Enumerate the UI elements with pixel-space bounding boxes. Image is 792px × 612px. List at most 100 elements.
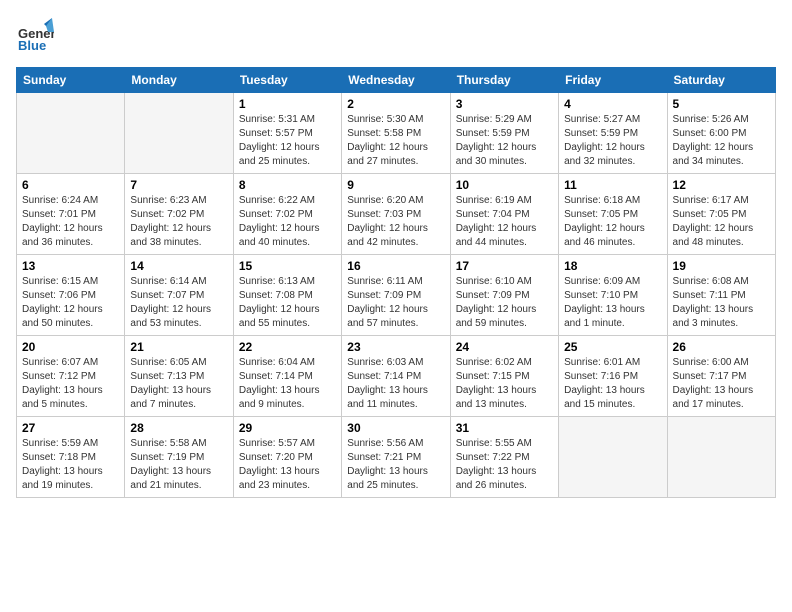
calendar-cell: 24 Sunrise: 6:02 AM Sunset: 7:15 PM Dayli… (450, 336, 558, 417)
day-info: Sunrise: 6:02 AM Sunset: 7:15 PM Dayligh… (456, 356, 553, 412)
calendar-cell: 11 Sunrise: 6:18 AM Sunset: 7:05 PM Dayli… (559, 174, 667, 255)
calendar-cell: 3 Sunrise: 5:29 AM Sunset: 5:59 PM Daylig… (450, 93, 558, 174)
calendar-cell (125, 93, 233, 174)
day-number: 12 (673, 178, 770, 192)
calendar-cell: 4Sunrise: 5:27 AM Sunset: 5:59 PM Daylig… (559, 93, 667, 174)
day-number: 24 (456, 340, 553, 354)
day-info: Sunrise: 6:18 AM Sunset: 7:05 PM Dayligh… (564, 194, 661, 250)
day-info: Sunrise: 6:09 AM Sunset: 7:10 PM Dayligh… (564, 275, 661, 331)
calendar-week-row: 20 Sunrise: 6:07 AM Sunset: 7:12 PM Dayli… (17, 336, 776, 417)
calendar-cell: 22 Sunrise: 6:04 AM Sunset: 7:14 PM Dayli… (233, 336, 341, 417)
day-number: 23 (347, 340, 444, 354)
calendar-cell: 23 Sunrise: 6:03 AM Sunset: 7:14 PM Dayli… (342, 336, 450, 417)
day-number: 17 (456, 259, 553, 273)
day-number: 13 (22, 259, 119, 273)
calendar-cell: 1 Sunrise: 5:31 AM Sunset: 5:57 PM Daylig… (233, 93, 341, 174)
day-info: Sunrise: 6:03 AM Sunset: 7:14 PM Dayligh… (347, 356, 444, 412)
calendar-cell (559, 417, 667, 498)
calendar-cell: 6 Sunrise: 6:24 AM Sunset: 7:01 PM Daylig… (17, 174, 125, 255)
day-number: 30 (347, 421, 444, 435)
calendar-header-row: SundayMondayTuesdayWednesdayThursdayFrid… (17, 68, 776, 93)
day-number: 22 (239, 340, 336, 354)
day-info: Sunrise: 6:08 AM Sunset: 7:11 PM Dayligh… (673, 275, 770, 331)
day-number: 20 (22, 340, 119, 354)
calendar-cell: 31 Sunrise: 5:55 AM Sunset: 7:22 PM Dayli… (450, 417, 558, 498)
calendar-cell: 14Sunrise: 6:14 AM Sunset: 7:07 PM Dayli… (125, 255, 233, 336)
day-number: 18 (564, 259, 661, 273)
day-info: Sunrise: 6:04 AM Sunset: 7:14 PM Dayligh… (239, 356, 336, 412)
day-info: Sunrise: 5:55 AM Sunset: 7:22 PM Dayligh… (456, 437, 553, 493)
day-number: 16 (347, 259, 444, 273)
day-info: Sunrise: 6:17 AM Sunset: 7:05 PM Dayligh… (673, 194, 770, 250)
day-info: Sunrise: 6:05 AM Sunset: 7:13 PM Dayligh… (130, 356, 227, 412)
calendar-cell: 10 Sunrise: 6:19 AM Sunset: 7:04 PM Dayli… (450, 174, 558, 255)
day-header-saturday: Saturday (667, 68, 775, 93)
calendar-cell: 28 Sunrise: 5:58 AM Sunset: 7:19 PM Dayli… (125, 417, 233, 498)
day-header-monday: Monday (125, 68, 233, 93)
logo: General Blue (16, 16, 54, 59)
day-info: Sunrise: 6:19 AM Sunset: 7:04 PM Dayligh… (456, 194, 553, 250)
day-number: 2 (347, 97, 444, 111)
day-info: Sunrise: 6:14 AM Sunset: 7:07 PM Dayligh… (130, 275, 227, 331)
day-info: Sunrise: 5:31 AM Sunset: 5:57 PM Dayligh… (239, 113, 336, 169)
calendar-week-row: 1 Sunrise: 5:31 AM Sunset: 5:57 PM Daylig… (17, 93, 776, 174)
day-info: Sunrise: 6:10 AM Sunset: 7:09 PM Dayligh… (456, 275, 553, 331)
day-info: Sunrise: 5:30 AM Sunset: 5:58 PM Dayligh… (347, 113, 444, 169)
calendar-cell: 9Sunrise: 6:20 AM Sunset: 7:03 PM Daylig… (342, 174, 450, 255)
day-number: 11 (564, 178, 661, 192)
calendar-cell: 27Sunrise: 5:59 AM Sunset: 7:18 PM Dayli… (17, 417, 125, 498)
page-header: General Blue (16, 16, 776, 59)
day-number: 26 (673, 340, 770, 354)
day-number: 25 (564, 340, 661, 354)
calendar-cell: 15 Sunrise: 6:13 AM Sunset: 7:08 PM Dayli… (233, 255, 341, 336)
day-number: 10 (456, 178, 553, 192)
day-number: 3 (456, 97, 553, 111)
svg-text:Blue: Blue (18, 38, 46, 53)
calendar-week-row: 6 Sunrise: 6:24 AM Sunset: 7:01 PM Daylig… (17, 174, 776, 255)
day-info: Sunrise: 6:22 AM Sunset: 7:02 PM Dayligh… (239, 194, 336, 250)
calendar-cell: 8 Sunrise: 6:22 AM Sunset: 7:02 PM Daylig… (233, 174, 341, 255)
calendar-cell (667, 417, 775, 498)
day-number: 4 (564, 97, 661, 111)
day-number: 28 (130, 421, 227, 435)
day-header-tuesday: Tuesday (233, 68, 341, 93)
calendar-cell: 16Sunrise: 6:11 AM Sunset: 7:09 PM Dayli… (342, 255, 450, 336)
day-header-friday: Friday (559, 68, 667, 93)
day-number: 21 (130, 340, 227, 354)
calendar-cell: 29 Sunrise: 5:57 AM Sunset: 7:20 PM Dayli… (233, 417, 341, 498)
day-header-thursday: Thursday (450, 68, 558, 93)
calendar-cell: 18 Sunrise: 6:09 AM Sunset: 7:10 PM Dayli… (559, 255, 667, 336)
day-info: Sunrise: 6:07 AM Sunset: 7:12 PM Dayligh… (22, 356, 119, 412)
day-info: Sunrise: 6:23 AM Sunset: 7:02 PM Dayligh… (130, 194, 227, 250)
day-header-sunday: Sunday (17, 68, 125, 93)
calendar-cell: 13Sunrise: 6:15 AM Sunset: 7:06 PM Dayli… (17, 255, 125, 336)
calendar-cell: 30 Sunrise: 5:56 AM Sunset: 7:21 PM Dayli… (342, 417, 450, 498)
day-header-wednesday: Wednesday (342, 68, 450, 93)
calendar-cell: 7 Sunrise: 6:23 AM Sunset: 7:02 PM Daylig… (125, 174, 233, 255)
calendar-cell: 17 Sunrise: 6:10 AM Sunset: 7:09 PM Dayli… (450, 255, 558, 336)
day-number: 1 (239, 97, 336, 111)
day-info: Sunrise: 5:57 AM Sunset: 7:20 PM Dayligh… (239, 437, 336, 493)
calendar-cell: 20 Sunrise: 6:07 AM Sunset: 7:12 PM Dayli… (17, 336, 125, 417)
calendar-cell: 25 Sunrise: 6:01 AM Sunset: 7:16 PM Dayli… (559, 336, 667, 417)
day-number: 7 (130, 178, 227, 192)
day-info: Sunrise: 6:24 AM Sunset: 7:01 PM Dayligh… (22, 194, 119, 250)
day-number: 31 (456, 421, 553, 435)
day-number: 5 (673, 97, 770, 111)
day-info: Sunrise: 5:26 AM Sunset: 6:00 PM Dayligh… (673, 113, 770, 169)
day-info: Sunrise: 5:56 AM Sunset: 7:21 PM Dayligh… (347, 437, 444, 493)
day-number: 27 (22, 421, 119, 435)
calendar-week-row: 27Sunrise: 5:59 AM Sunset: 7:18 PM Dayli… (17, 417, 776, 498)
day-number: 8 (239, 178, 336, 192)
day-info: Sunrise: 5:29 AM Sunset: 5:59 PM Dayligh… (456, 113, 553, 169)
day-info: Sunrise: 5:58 AM Sunset: 7:19 PM Dayligh… (130, 437, 227, 493)
calendar-cell: 26Sunrise: 6:00 AM Sunset: 7:17 PM Dayli… (667, 336, 775, 417)
day-number: 6 (22, 178, 119, 192)
calendar-cell: 19 Sunrise: 6:08 AM Sunset: 7:11 PM Dayli… (667, 255, 775, 336)
day-number: 29 (239, 421, 336, 435)
day-number: 15 (239, 259, 336, 273)
day-info: Sunrise: 6:01 AM Sunset: 7:16 PM Dayligh… (564, 356, 661, 412)
day-number: 19 (673, 259, 770, 273)
day-info: Sunrise: 6:13 AM Sunset: 7:08 PM Dayligh… (239, 275, 336, 331)
calendar-cell: 12 Sunrise: 6:17 AM Sunset: 7:05 PM Dayli… (667, 174, 775, 255)
